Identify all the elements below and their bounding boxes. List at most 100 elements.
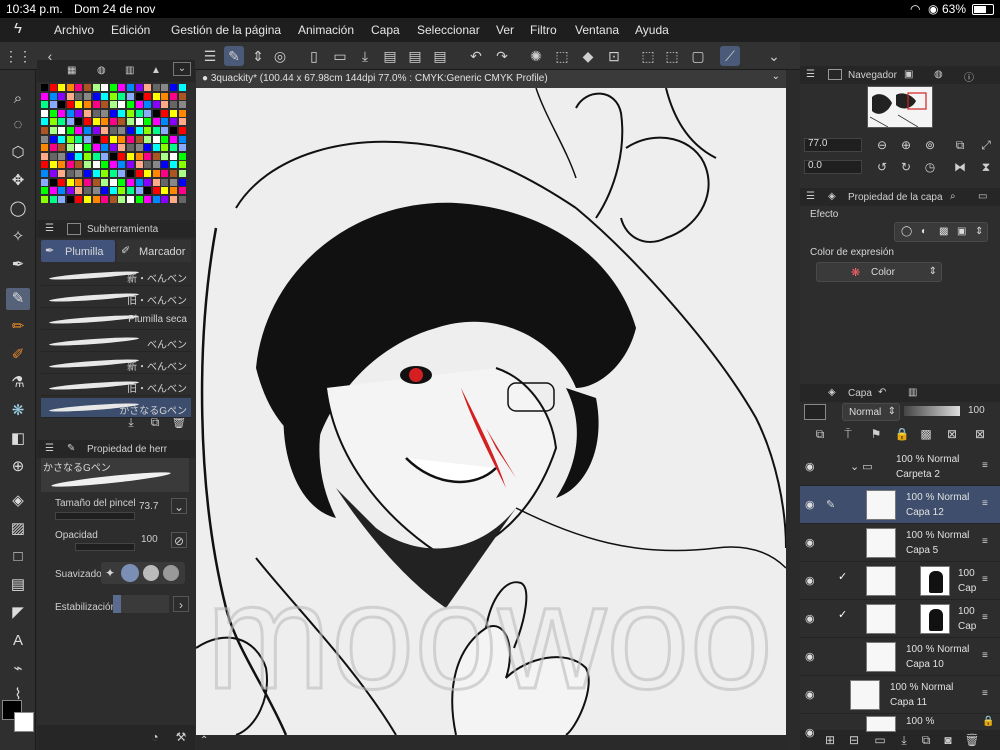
- palette-swatch[interactable]: [109, 161, 117, 169]
- object-tool-icon[interactable]: ⬡: [6, 142, 30, 164]
- palette-swatch[interactable]: [178, 84, 186, 91]
- palette-swatch[interactable]: [161, 161, 169, 169]
- palette-swatch[interactable]: [161, 170, 169, 177]
- palette-swatch[interactable]: [178, 118, 186, 126]
- palette-swatch[interactable]: [178, 152, 186, 160]
- palette-swatch[interactable]: [84, 109, 91, 117]
- palette-swatch[interactable]: [127, 135, 134, 143]
- palette-swatch[interactable]: [127, 92, 134, 100]
- palette-swatch[interactable]: [109, 170, 117, 177]
- zoom-out-icon[interactable]: ⊖: [874, 137, 890, 153]
- smoothing-medium-icon[interactable]: [143, 565, 159, 581]
- palette-swatch[interactable]: [101, 92, 109, 100]
- visibility-eye-icon[interactable]: ◉: [805, 574, 815, 587]
- palette-swatch[interactable]: [66, 92, 74, 100]
- palette-swatch[interactable]: [127, 178, 134, 186]
- palette-swatch[interactable]: [170, 187, 177, 195]
- visibility-eye-icon[interactable]: ◉: [805, 460, 815, 473]
- blend-mode-select[interactable]: Normal ⇕: [842, 403, 900, 421]
- layer-item[interactable]: ◉ ✎ 100 % Normal Capa 12 ≡: [800, 486, 1000, 524]
- palette-swatch[interactable]: [152, 161, 160, 169]
- zoom-in-icon[interactable]: ⊕: [898, 137, 914, 153]
- palette-swatch[interactable]: [84, 152, 91, 160]
- palette-swatch[interactable]: [152, 187, 160, 195]
- palette-swatch[interactable]: [92, 195, 100, 203]
- palette-swatch[interactable]: [144, 187, 152, 195]
- hamburger-icon[interactable]: ☰: [200, 46, 220, 66]
- loading-icon[interactable]: ✺: [526, 46, 546, 66]
- flip-vertical-icon[interactable]: ⧗: [978, 159, 994, 175]
- export-jpg-icon[interactable]: ▤: [380, 46, 400, 66]
- palette-swatch[interactable]: [75, 187, 83, 195]
- palette-swatch[interactable]: [144, 127, 152, 134]
- palette-swatch[interactable]: [41, 144, 48, 152]
- palette-swatch[interactable]: [118, 178, 126, 186]
- brush-item[interactable]: 新・べんべン: [41, 354, 191, 374]
- palette-swatch[interactable]: [170, 118, 177, 126]
- palette-swatch[interactable]: [92, 135, 100, 143]
- palette-swatch[interactable]: [58, 195, 66, 203]
- settings-icon[interactable]: ◔: [147, 729, 163, 745]
- palette-swatch[interactable]: [41, 109, 48, 117]
- palette-swatch[interactable]: [84, 92, 91, 100]
- palette-swatch[interactable]: [152, 170, 160, 177]
- chevron-right-icon[interactable]: ›: [173, 596, 189, 612]
- palette-swatch[interactable]: [118, 170, 126, 177]
- mask-ruler-icon[interactable]: ⊠: [972, 426, 988, 442]
- palette-swatch[interactable]: [41, 178, 48, 186]
- layer-opacity-value[interactable]: 100: [968, 405, 985, 416]
- palette-swatch[interactable]: [127, 161, 134, 169]
- palette-swatch[interactable]: [41, 84, 48, 91]
- palette-swatch[interactable]: [58, 187, 66, 195]
- palette-swatch[interactable]: [75, 170, 83, 177]
- eyedropper-icon[interactable]: ✒: [6, 254, 30, 276]
- brush-item[interactable]: 旧・べんべン: [41, 376, 191, 396]
- palette-swatch[interactable]: [92, 144, 100, 152]
- palette-swatch[interactable]: [84, 195, 91, 203]
- fill-tool-icon[interactable]: ◈: [6, 490, 30, 512]
- menu-edicion[interactable]: Edición: [111, 23, 150, 37]
- palette-swatch[interactable]: [118, 109, 126, 117]
- palette-swatch[interactable]: [49, 161, 57, 169]
- palette-swatch[interactable]: [118, 195, 126, 203]
- palette-swatch[interactable]: [101, 152, 109, 160]
- palette-swatch[interactable]: [84, 101, 91, 109]
- save-icon[interactable]: ⤓: [355, 46, 375, 66]
- export-psd-icon[interactable]: ▤: [430, 46, 450, 66]
- palette-swatch[interactable]: [75, 92, 83, 100]
- actual-size-icon[interactable]: ⊚: [922, 137, 938, 153]
- palette-swatch[interactable]: [92, 118, 100, 126]
- extract-line-icon[interactable]: ▣: [957, 226, 966, 237]
- palette-swatch[interactable]: [135, 170, 143, 177]
- palette-swatch[interactable]: [170, 109, 177, 117]
- palette-swatch[interactable]: [161, 109, 169, 117]
- palette-swatch[interactable]: [135, 187, 143, 195]
- layer-menu-icon[interactable]: ≡: [982, 460, 988, 471]
- palette-menu-chevron-icon[interactable]: ⌄: [173, 62, 191, 76]
- palette-swatch[interactable]: [144, 135, 152, 143]
- brush-item[interactable]: 新・べんべン: [41, 266, 191, 286]
- palette-swatch[interactable]: [84, 178, 91, 186]
- palette-swatch[interactable]: [152, 84, 160, 91]
- layer-menu-icon[interactable]: ≡: [982, 650, 988, 661]
- palette-swatch[interactable]: [58, 127, 66, 134]
- palette-swatch[interactable]: [127, 152, 134, 160]
- palette-swatch[interactable]: [161, 178, 169, 186]
- palette-swatch[interactable]: [84, 118, 91, 126]
- palette-swatch[interactable]: [135, 84, 143, 91]
- auto-action-icon[interactable]: ▥: [908, 387, 917, 398]
- palette-swatch[interactable]: [127, 144, 134, 152]
- menu-ayuda[interactable]: Ayuda: [635, 23, 669, 37]
- palette-swatch[interactable]: [66, 127, 74, 134]
- palette-swatch[interactable]: [152, 101, 160, 109]
- palette-swatch[interactable]: [101, 127, 109, 134]
- chevron-up-icon[interactable]: ⌃: [200, 735, 208, 746]
- palette-swatch[interactable]: [109, 187, 117, 195]
- layer-item[interactable]: ◉ 100 % 🔒: [800, 714, 1000, 739]
- palette-swatch[interactable]: [84, 187, 91, 195]
- palette-swatch[interactable]: [92, 109, 100, 117]
- rotate-right-icon[interactable]: ↻: [898, 159, 914, 175]
- palette-swatch[interactable]: [109, 195, 117, 203]
- palette-swatch[interactable]: [49, 109, 57, 117]
- layer-item[interactable]: ◉ 100 % Normal Capa 10 ≡: [800, 638, 1000, 676]
